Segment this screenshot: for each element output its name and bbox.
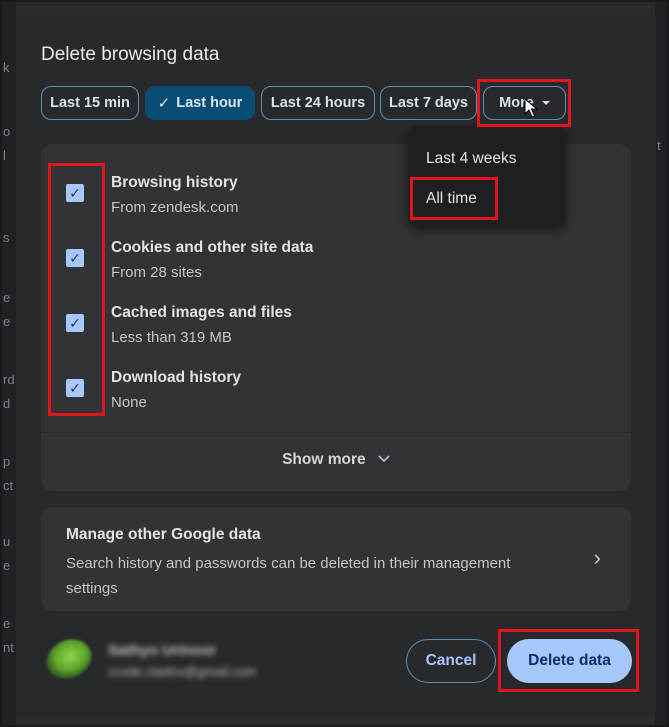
- delete-data-button[interactable]: Delete data: [507, 639, 632, 683]
- chip-last-7-days[interactable]: Last 7 days: [380, 86, 477, 120]
- data-type-title: Cached images and files: [111, 304, 292, 321]
- account-name: Sathyo Urinoor: [108, 642, 217, 659]
- data-type-row-download-history[interactable]: ✓ Download history None: [41, 361, 631, 421]
- data-type-subtitle: From zendesk.com: [111, 199, 239, 216]
- chip-label: Last 24 hours: [270, 95, 366, 111]
- background-page-right: t: [655, 2, 667, 725]
- manage-title: Manage other Google data: [66, 526, 261, 543]
- data-type-subtitle: Less than 319 MB: [111, 329, 232, 346]
- dialog-title: Delete browsing data: [41, 44, 220, 65]
- background-text: e: [3, 616, 11, 631]
- background-text: rd: [3, 372, 15, 387]
- data-type-subtitle: From 28 sites: [111, 264, 202, 281]
- background-text: o: [3, 124, 11, 139]
- chip-label: Last 7 days: [389, 95, 468, 111]
- chip-label: Last 15 min: [50, 95, 130, 111]
- delete-browsing-data-dialog: Delete browsing data Last 15 min ✓ Last …: [16, 12, 656, 718]
- data-type-title: Cookies and other site data: [111, 239, 314, 256]
- chip-label: Last hour: [176, 95, 243, 111]
- background-text: t: [657, 138, 661, 153]
- account-email: ccvde.ctadnv@gmail.com: [108, 664, 257, 679]
- data-type-title: Download history: [111, 369, 242, 386]
- data-type-title: Browsing history: [111, 174, 238, 191]
- more-dropdown-menu: Last 4 weeks All time: [408, 126, 566, 226]
- cached-images-checkbox[interactable]: ✓: [66, 314, 84, 332]
- background-text: e: [3, 314, 11, 329]
- chip-last-15-min[interactable]: Last 15 min: [41, 86, 139, 120]
- background-text: d: [3, 396, 11, 411]
- background-text: e: [3, 290, 11, 305]
- background-text: p: [3, 454, 11, 469]
- cookies-checkbox[interactable]: ✓: [66, 249, 84, 267]
- download-history-checkbox[interactable]: ✓: [66, 379, 84, 397]
- avatar: [40, 632, 98, 686]
- data-type-row-cookies[interactable]: ✓ Cookies and other site data From 28 si…: [41, 231, 631, 291]
- background-text: k: [3, 60, 10, 75]
- manage-google-data-link[interactable]: Manage other Google data Search history …: [41, 507, 631, 611]
- data-type-row-cached-images[interactable]: ✓ Cached images and files Less than 319 …: [41, 296, 631, 356]
- menu-item-last-4-weeks[interactable]: Last 4 weeks: [426, 150, 516, 168]
- background-text: s: [3, 230, 10, 245]
- show-more: Show more: [41, 451, 631, 469]
- chip-last-hour[interactable]: ✓ Last hour: [145, 86, 255, 120]
- background-text: l: [3, 148, 6, 163]
- show-more-button[interactable]: Show more: [41, 433, 631, 491]
- manage-description: Search history and passwords can be dele…: [66, 555, 511, 597]
- chevron-right-icon: ›: [593, 545, 601, 570]
- browsing-history-checkbox[interactable]: ✓: [66, 184, 84, 202]
- menu-item-all-time[interactable]: All time: [426, 190, 477, 208]
- data-type-subtitle: None: [111, 394, 147, 411]
- background-text: u: [3, 534, 11, 549]
- background-text: nt: [3, 640, 14, 655]
- chevron-down-icon: [378, 451, 390, 466]
- check-icon: ✓: [157, 95, 171, 112]
- background-page-left: k o l s e e rd d p ct u e e nt: [2, 2, 16, 725]
- show-more-label: Show more: [282, 451, 366, 468]
- cancel-button[interactable]: Cancel: [406, 639, 496, 683]
- background-text: ct: [3, 478, 14, 493]
- background-text: e: [3, 558, 11, 573]
- chip-last-24-hours[interactable]: Last 24 hours: [261, 86, 375, 120]
- screenshot-frame: k o l s e e rd d p ct u e e nt t Delete …: [0, 0, 669, 727]
- mouse-cursor-icon: [524, 98, 538, 118]
- caret-down-icon: [541, 101, 550, 105]
